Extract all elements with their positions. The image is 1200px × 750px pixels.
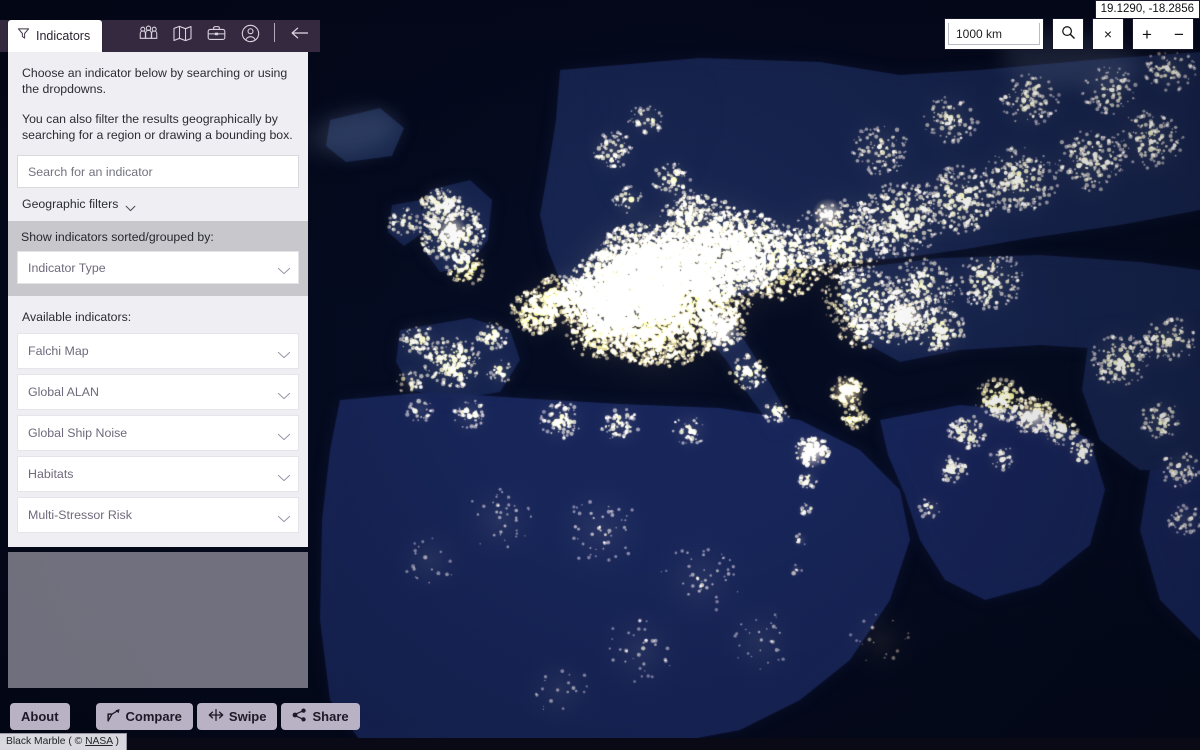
map-tools-group: Compare Swipe Share	[95, 702, 360, 730]
chevron-down-icon	[277, 348, 291, 358]
clear-selection-button[interactable]: ×	[1092, 18, 1124, 50]
sort-group-section: Show indicators sorted/grouped by: Indic…	[8, 221, 308, 296]
indicator-item-label: Global Ship Noise	[28, 426, 128, 440]
scale-bar-label: 1000 km	[948, 23, 1040, 45]
swipe-button-label: Swipe	[228, 708, 267, 724]
chevron-down-icon	[277, 264, 291, 275]
tab-indicators[interactable]: Indicators	[8, 20, 103, 52]
geographic-filters-toggle[interactable]: Geographic filters	[8, 188, 308, 221]
indicator-item[interactable]: Falchi Map	[17, 333, 299, 369]
attribution-prefix: Black Marble ( ©	[6, 736, 86, 747]
available-indicators-label: Available indicators:	[22, 310, 132, 324]
panel-intro-text: Choose an indicator below by searching o…	[8, 52, 308, 151]
chevron-down-icon	[277, 430, 291, 440]
zoom-in-button[interactable]: +	[1133, 19, 1161, 49]
collapse-left-arrow-icon[interactable]	[290, 23, 310, 43]
about-button-label: About	[21, 708, 59, 724]
compare-button-label: Compare	[125, 708, 182, 724]
filter-funnel-icon	[17, 27, 30, 45]
indicator-item-label: Habitats	[28, 467, 74, 481]
swipe-button[interactable]: Swipe	[196, 702, 278, 730]
compare-icon	[106, 708, 121, 725]
share-button[interactable]: Share	[281, 702, 360, 730]
panel-header-bar: Indicators	[0, 20, 320, 52]
indicator-item-label: Falchi Map	[28, 344, 89, 358]
sort-section-label: Show indicators sorted/grouped by:	[21, 230, 214, 244]
intro-paragraph-1: Choose an indicator below by searching o…	[22, 66, 288, 96]
chevron-down-icon	[125, 201, 136, 211]
share-network-icon	[292, 707, 307, 725]
briefcase-icon[interactable]	[206, 23, 226, 43]
attribution-link[interactable]: NASA	[85, 736, 112, 747]
bottom-toolbar: About Compare Swipe Share	[0, 700, 360, 732]
swipe-arrows-icon	[208, 708, 224, 725]
magnifier-icon	[1061, 25, 1076, 43]
share-button-label: Share	[312, 708, 349, 724]
search-input[interactable]	[17, 155, 299, 188]
app-root: 19.1290, -18.2856 1000 km × + − Indicato…	[0, 0, 1200, 750]
search-field-wrapper	[8, 151, 308, 188]
panel-content: Choose an indicator below by searching o…	[8, 52, 308, 547]
indicator-item[interactable]: Multi-Stressor Risk	[17, 497, 299, 533]
compare-button[interactable]: Compare	[95, 702, 193, 730]
folded-map-icon[interactable]	[172, 23, 192, 43]
indicators-panel: Indicators Choose an indicator below by …	[0, 0, 320, 750]
indicator-type-select[interactable]: Indicator Type	[17, 251, 299, 284]
scale-bar: 1000 km	[944, 18, 1044, 50]
indicator-item-label: Global ALAN	[28, 385, 99, 399]
indicator-type-select-value: Indicator Type	[28, 260, 106, 275]
map-attribution: Black Marble ( © NASA )	[0, 733, 127, 750]
attribution-suffix: )	[112, 736, 119, 747]
intro-paragraph-2: You can also filter the results geograph…	[22, 112, 293, 142]
indicator-item[interactable]: Global ALAN	[17, 374, 299, 410]
zoom-out-button[interactable]: −	[1165, 19, 1193, 49]
zoom-control-group: + −	[1132, 18, 1194, 50]
people-group-icon[interactable]	[138, 23, 158, 43]
geographic-filters-label: Geographic filters	[22, 197, 119, 211]
available-indicators-list: Falchi Map Global ALAN Global Ship Noise Ha…	[8, 333, 308, 547]
indicator-item[interactable]: Global Ship Noise	[17, 415, 299, 451]
panel-header-icons	[138, 20, 320, 52]
user-account-icon[interactable]	[240, 23, 260, 43]
chevron-down-icon	[277, 471, 291, 481]
about-button[interactable]: About	[10, 702, 70, 730]
panel-lower-area	[8, 552, 308, 688]
indicator-item[interactable]: Habitats	[17, 456, 299, 492]
chevron-down-icon	[277, 389, 291, 399]
map-controls-row: 1000 km × + −	[944, 18, 1194, 50]
map-search-button[interactable]	[1052, 18, 1084, 50]
indicator-item-label: Multi-Stressor Risk	[28, 508, 132, 522]
header-divider	[274, 23, 275, 42]
tab-indicators-label: Indicators	[36, 29, 91, 43]
coordinate-readout: 19.1290, -18.2856	[1094, 0, 1200, 19]
chevron-down-icon	[277, 512, 291, 522]
close-icon: ×	[1103, 26, 1113, 42]
